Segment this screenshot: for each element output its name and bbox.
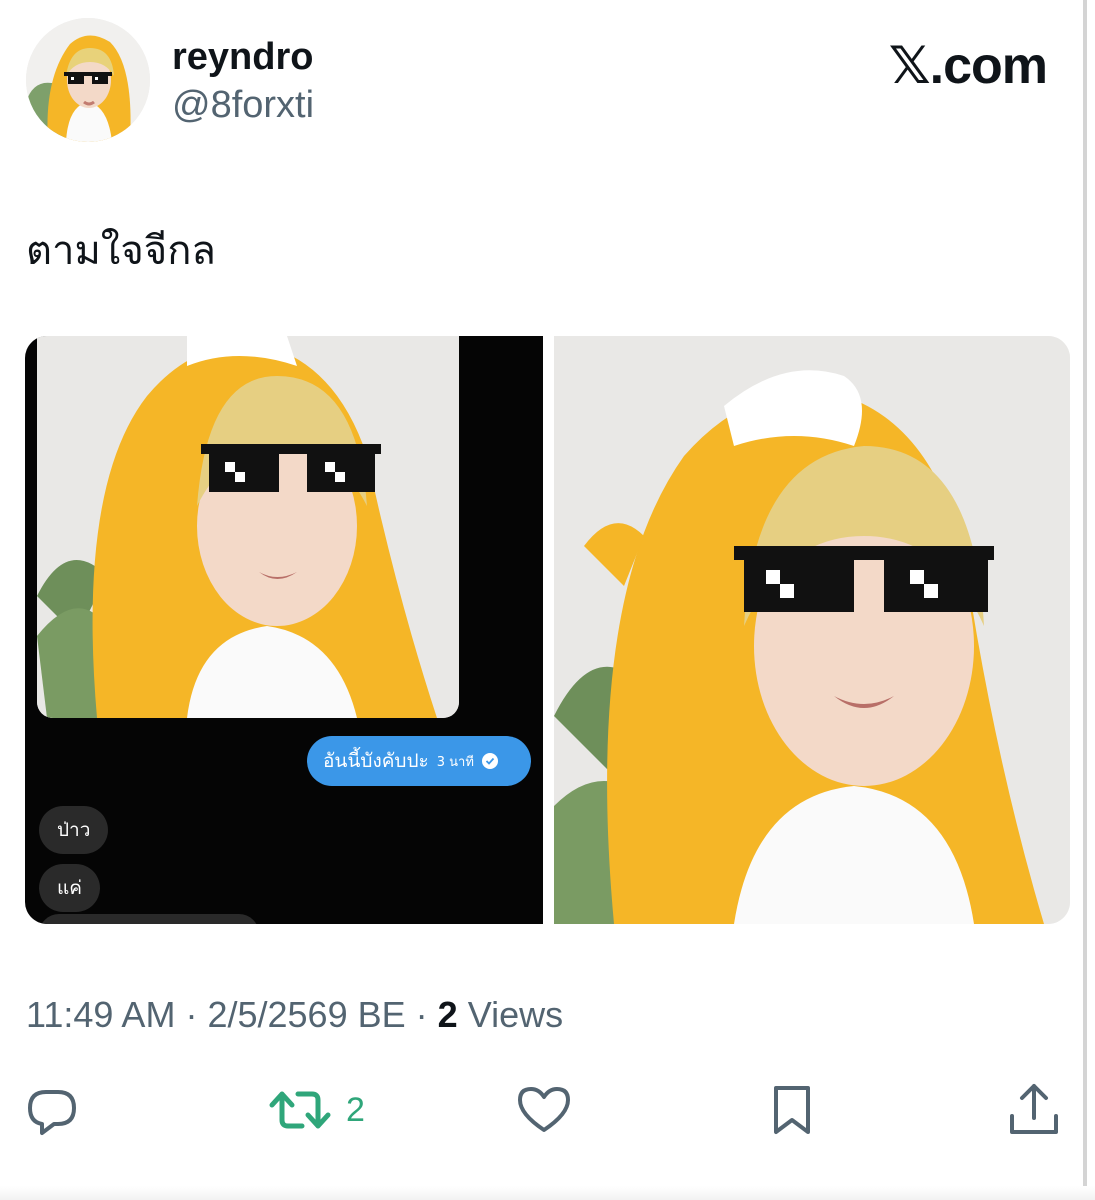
x-logo: 𝕏.com: [888, 37, 1048, 95]
tweet-meta: 11:49 AM · 2/5/2569 BE · 2 Views: [26, 994, 563, 1036]
tweet-time: 11:49 AM: [26, 994, 176, 1035]
share-button[interactable]: [1004, 1080, 1064, 1140]
reply-button[interactable]: [22, 1080, 82, 1140]
share-icon: [1010, 1084, 1058, 1134]
chat-bubble-incoming: แค่: [39, 864, 100, 912]
chat-message-text: อันนี้บังคับปะ: [323, 750, 429, 772]
avatar-image: [26, 18, 150, 142]
heart-icon: [518, 1087, 570, 1132]
views-label: Views: [467, 994, 564, 1035]
media-image-photo[interactable]: [554, 336, 1070, 924]
chat-bubble-incoming: ป่าว: [39, 806, 109, 854]
person-photo-large: [554, 336, 1070, 924]
retweet-icon: [269, 1091, 331, 1129]
retweet-count: 2: [346, 1090, 365, 1129]
retweet-button[interactable]: 2: [268, 1080, 365, 1140]
chat-message-time: 3 นาที: [436, 754, 474, 770]
display-name[interactable]: reyndro: [172, 36, 313, 79]
meta-separator: ·: [415, 994, 428, 1035]
like-button[interactable]: [514, 1080, 574, 1140]
avatar[interactable]: [26, 18, 150, 142]
chat-bubble-incoming-partial: [39, 914, 259, 924]
bookmark-icon: [774, 1086, 810, 1134]
right-edge: [1083, 0, 1087, 1200]
bottom-edge: [0, 1186, 1095, 1200]
read-check-icon: [481, 753, 498, 769]
user-handle[interactable]: @8forxti: [172, 84, 314, 127]
chat-bubble-outgoing: อันนี้บังคับปะ 3 นาที: [307, 736, 531, 786]
bookmark-button[interactable]: [762, 1080, 822, 1140]
tweet-date: 2/5/2569 BE: [207, 994, 406, 1035]
person-photo-small: [37, 336, 459, 718]
chat-photo: [37, 336, 459, 718]
media-grid[interactable]: อันนี้บังคับปะ 3 นาที ป่าว แค่: [25, 336, 1070, 924]
meta-separator: ·: [185, 994, 198, 1035]
views-count: 2: [437, 994, 458, 1035]
reply-icon: [28, 1090, 76, 1135]
tweet-text: ตามใจจีกล: [26, 228, 216, 274]
media-image-chat-screenshot[interactable]: อันนี้บังคับปะ 3 นาที ป่าว แค่: [25, 336, 543, 924]
